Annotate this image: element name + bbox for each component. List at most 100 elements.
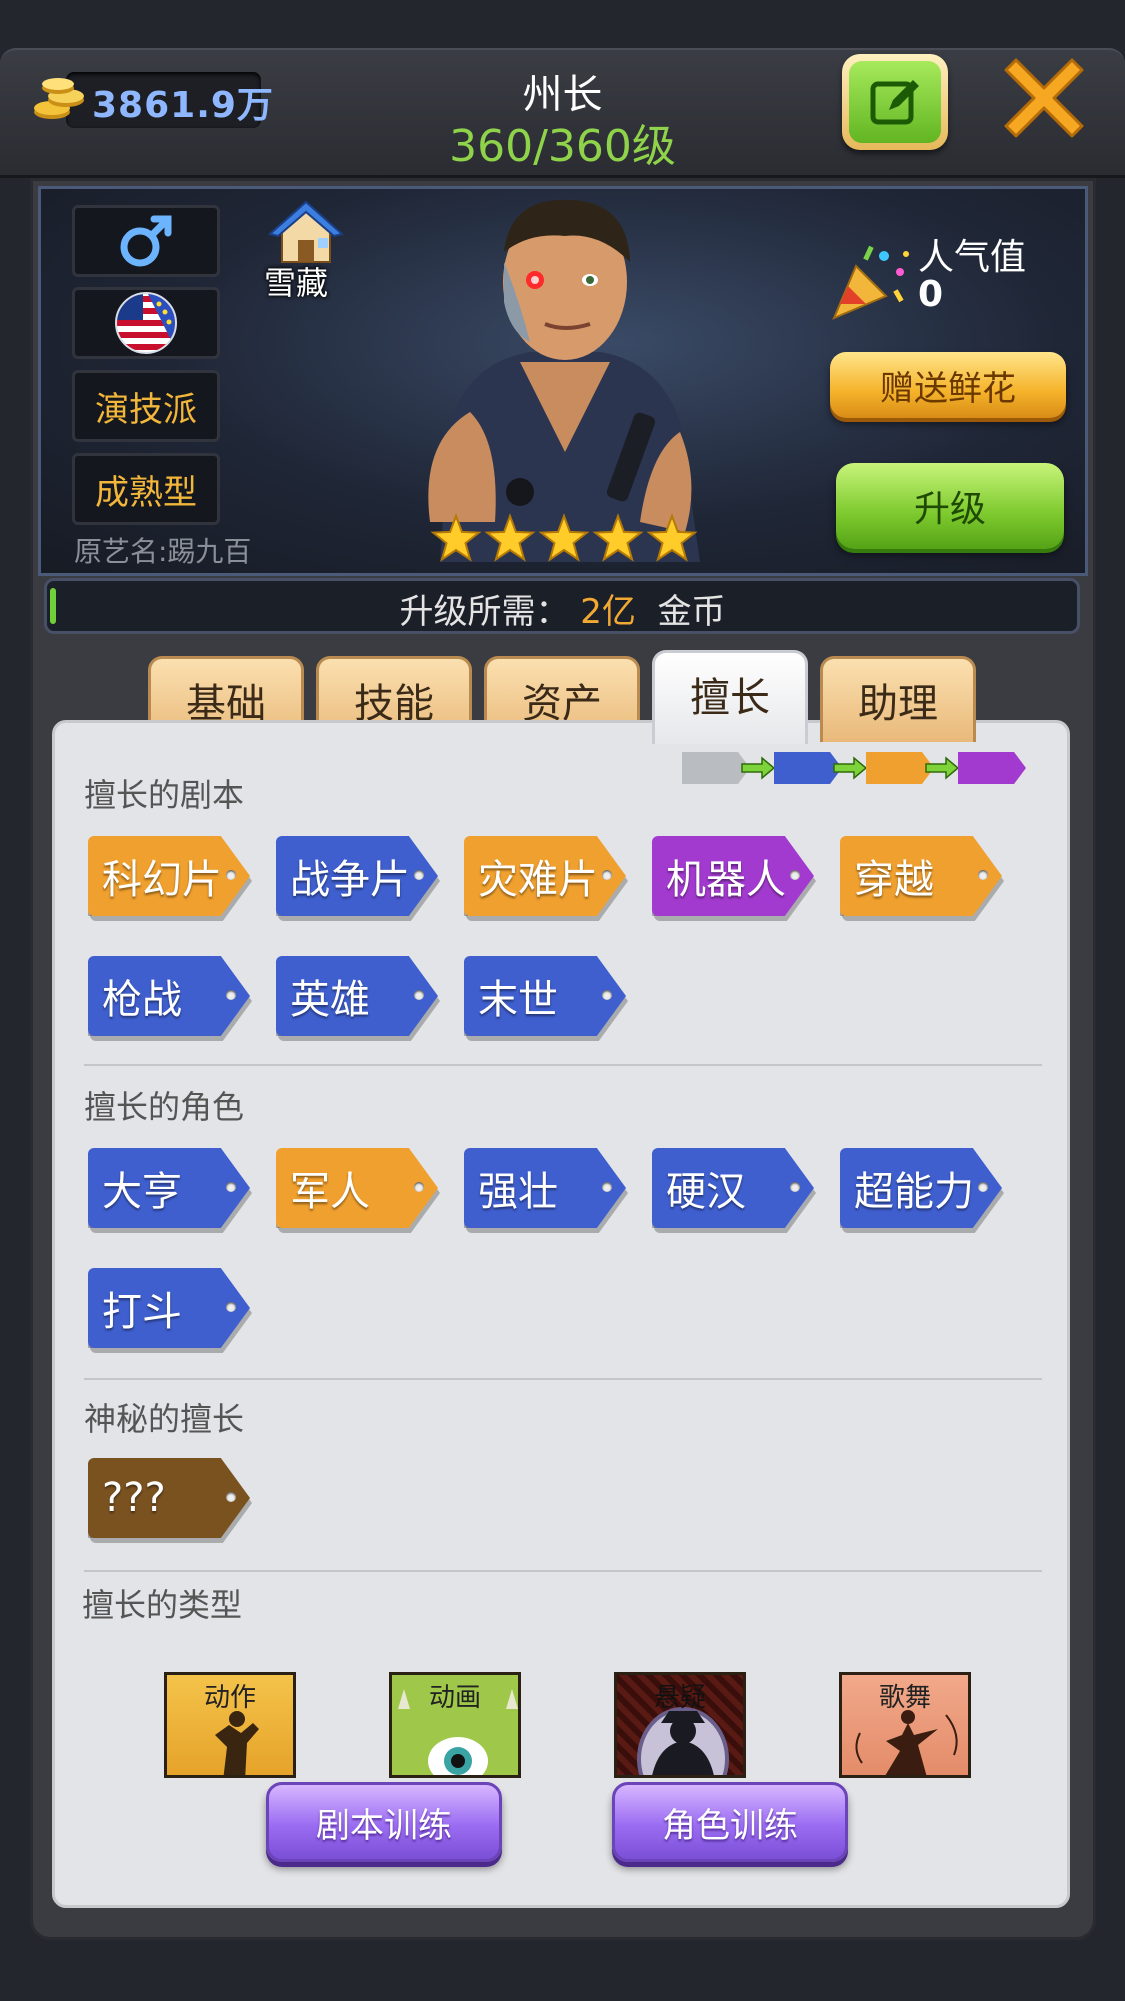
tag-label: ??? bbox=[102, 1475, 166, 1521]
popularity-label: 人气值 bbox=[918, 237, 1027, 278]
genre-label: 歌舞 bbox=[878, 1683, 931, 1713]
tag-label: 枪战 bbox=[102, 977, 182, 1023]
rarity-tag-icon bbox=[682, 752, 750, 784]
role-training-button[interactable]: 角色训练 bbox=[612, 1782, 848, 1862]
tag-hole bbox=[414, 870, 424, 880]
tag-hole bbox=[226, 1492, 236, 1502]
tag-hole bbox=[414, 1182, 424, 1192]
script-tag-7[interactable]: 末世 bbox=[464, 956, 626, 1036]
house-icon[interactable] bbox=[268, 200, 344, 266]
send-flowers-button[interactable]: 赠送鲜花 bbox=[830, 352, 1066, 418]
tag-hole bbox=[226, 1182, 236, 1192]
star-icon bbox=[646, 513, 698, 562]
tag-hole bbox=[602, 870, 612, 880]
rarity-tag-icon bbox=[866, 752, 934, 784]
tag-label: 英雄 bbox=[290, 977, 370, 1023]
script-training-button[interactable]: 剧本训练 bbox=[266, 1782, 502, 1862]
tag-hole bbox=[978, 870, 988, 880]
tag-label: 军人 bbox=[290, 1169, 370, 1215]
star-icon bbox=[484, 513, 536, 562]
role-tag-3[interactable]: 硬汉 bbox=[652, 1148, 814, 1228]
party-popper-icon bbox=[832, 245, 909, 320]
look-type-badge: 成熟型 bbox=[72, 453, 220, 525]
tag-label: 科幻片 bbox=[102, 857, 222, 903]
star-icon bbox=[430, 513, 482, 562]
former-stage-name: 原艺名:踢九百 bbox=[74, 535, 252, 568]
level-indicator: 360/360级 bbox=[449, 121, 676, 172]
script-tag-1[interactable]: 战争片 bbox=[276, 836, 438, 916]
tag-hole bbox=[790, 1182, 800, 1192]
tag-hole bbox=[602, 990, 612, 1000]
nationality-badge bbox=[72, 287, 220, 359]
section-title-mystery: 神秘的擅长 bbox=[84, 1400, 245, 1438]
tag-label: 战争片 bbox=[290, 857, 410, 903]
divider bbox=[84, 1064, 1042, 1066]
close-button[interactable] bbox=[996, 50, 1092, 146]
popularity-value: 0 bbox=[918, 274, 944, 315]
us-eu-flag-icon bbox=[115, 292, 177, 354]
tag-label: 机器人 bbox=[666, 857, 786, 903]
upgrade-cost-prefix: 升级所需： bbox=[399, 592, 570, 632]
rarity-legend bbox=[682, 752, 1026, 784]
tab-assistant[interactable]: 助理 bbox=[820, 656, 976, 742]
genre-card-animation: 动画 bbox=[389, 1672, 521, 1778]
role-tag-0[interactable]: 大亨 bbox=[88, 1148, 250, 1228]
tag-hole bbox=[602, 1182, 612, 1192]
script-tag-3[interactable]: 机器人 bbox=[652, 836, 814, 916]
rarity-tag-icon bbox=[958, 752, 1026, 784]
genre-card-musical: 歌舞 bbox=[839, 1672, 971, 1778]
edit-button[interactable] bbox=[842, 54, 948, 150]
genre-label: 动画 bbox=[428, 1683, 481, 1713]
section-title-roles: 擅长的角色 bbox=[84, 1088, 245, 1126]
tag-hole bbox=[414, 990, 424, 1000]
divider bbox=[84, 1378, 1042, 1380]
acting-style-badge: 演技派 bbox=[72, 370, 220, 442]
star-icon bbox=[592, 513, 644, 562]
tag-label: 硬汉 bbox=[666, 1169, 746, 1215]
arrow-right-icon bbox=[925, 756, 960, 780]
upgrade-cost-unit: 金币 bbox=[657, 592, 726, 632]
tag-label: 大亨 bbox=[102, 1169, 182, 1215]
edit-icon bbox=[870, 80, 919, 125]
role-tag-1[interactable]: 军人 bbox=[276, 1148, 438, 1228]
star-icon bbox=[538, 513, 590, 562]
upgrade-cost-amount: 2亿 bbox=[580, 592, 636, 632]
section-title-scripts: 擅长的剧本 bbox=[84, 776, 245, 814]
arrow-right-icon bbox=[833, 756, 868, 780]
tag-hole bbox=[226, 1302, 236, 1312]
mystery-tag-0[interactable]: ??? bbox=[88, 1458, 250, 1538]
script-tag-6[interactable]: 英雄 bbox=[276, 956, 438, 1036]
rarity-tag-icon bbox=[774, 752, 842, 784]
tag-label: 灾难片 bbox=[478, 857, 598, 903]
male-symbol-icon bbox=[120, 215, 172, 267]
tag-label: 超能力 bbox=[854, 1169, 974, 1215]
genre-card-mystery: 悬疑 bbox=[614, 1672, 746, 1778]
section-title-genres: 擅长的类型 bbox=[82, 1586, 243, 1624]
genre-label: 动作 bbox=[203, 1683, 256, 1713]
arrow-right-icon bbox=[741, 756, 776, 780]
tag-label: 末世 bbox=[478, 977, 558, 1023]
tag-hole bbox=[790, 870, 800, 880]
tag-hole bbox=[226, 870, 236, 880]
script-tag-0[interactable]: 科幻片 bbox=[88, 836, 250, 916]
genre-label: 悬疑 bbox=[653, 1683, 706, 1713]
script-tag-2[interactable]: 灾难片 bbox=[464, 836, 626, 916]
upgrade-button[interactable]: 升级 bbox=[836, 463, 1064, 549]
genre-card-action: 动作 bbox=[164, 1672, 296, 1778]
house-status-label: 雪藏 bbox=[264, 264, 329, 302]
role-tag-2[interactable]: 强壮 bbox=[464, 1148, 626, 1228]
upgrade-cost-text: 升级所需： 2亿 金币 bbox=[0, 584, 1125, 633]
tab-specialties[interactable]: 擅长 bbox=[652, 650, 808, 744]
gender-badge bbox=[72, 205, 220, 277]
hero-portrait bbox=[428, 199, 700, 562]
script-tag-4[interactable]: 穿越 bbox=[840, 836, 1002, 916]
script-tag-5[interactable]: 枪战 bbox=[88, 956, 250, 1036]
tag-label: 强壮 bbox=[478, 1169, 558, 1215]
tag-label: 打斗 bbox=[102, 1289, 182, 1335]
tag-hole bbox=[978, 1182, 988, 1192]
tag-hole bbox=[226, 990, 236, 1000]
role-tag-5[interactable]: 打斗 bbox=[88, 1268, 250, 1348]
role-tag-4[interactable]: 超能力 bbox=[840, 1148, 1002, 1228]
divider bbox=[84, 1570, 1042, 1572]
close-icon bbox=[1004, 58, 1084, 138]
